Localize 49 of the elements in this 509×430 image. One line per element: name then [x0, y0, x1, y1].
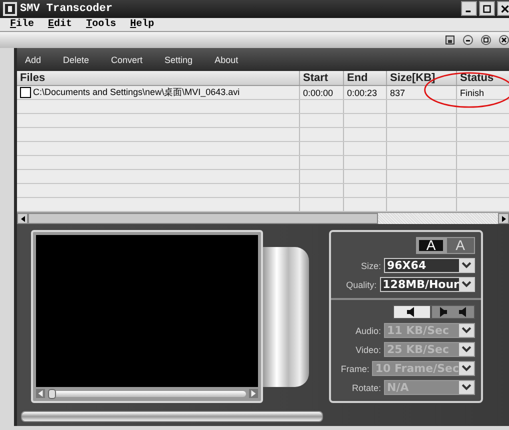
- column-header[interactable]: Start: [300, 71, 344, 86]
- menu-item[interactable]: Help: [130, 18, 154, 30]
- seek-thumb[interactable]: [48, 388, 56, 399]
- setting-label: Rotate:: [350, 382, 381, 393]
- toolbar-button[interactable]: About: [214, 54, 238, 65]
- setting-label: Size:: [360, 260, 381, 271]
- minimize-button[interactable]: [461, 1, 477, 16]
- table-cell: 837: [390, 88, 406, 98]
- column-header[interactable]: End: [344, 71, 387, 86]
- table-cell: 0:00:23: [347, 88, 378, 98]
- maximize-button[interactable]: [479, 1, 495, 16]
- maximize-icon[interactable]: [481, 35, 491, 46]
- menu-item[interactable]: Tools: [86, 18, 116, 30]
- close-button[interactable]: [497, 1, 509, 16]
- close-icon: [501, 4, 509, 13]
- maximize-icon: [483, 4, 491, 13]
- right-arrow-icon[interactable]: [500, 216, 506, 222]
- stereo-speakers-icon: [438, 307, 468, 318]
- menu-item[interactable]: File: [10, 18, 34, 30]
- display-mode-button[interactable]: A: [416, 237, 446, 254]
- toolbar-button[interactable]: Setting: [164, 54, 193, 65]
- setting-label: Quality:: [345, 280, 377, 290]
- rewind-icon[interactable]: [36, 389, 45, 398]
- toolbar-button[interactable]: Convert: [111, 54, 143, 65]
- table-cell: C:\Documents and Settings\new\桌面\MVI_0643.avi: [33, 86, 240, 100]
- menu-item[interactable]: Edit: [48, 18, 72, 30]
- dropdown[interactable]: 96X64: [384, 258, 475, 274]
- column-header[interactable]: Size[KB]: [387, 71, 457, 86]
- close-icon[interactable]: [499, 35, 509, 46]
- display-mode-button[interactable]: A: [446, 237, 475, 254]
- play-icon[interactable]: [249, 389, 258, 398]
- table-cell: Finish: [460, 88, 484, 98]
- setting-label: Video:: [354, 344, 381, 355]
- column-header[interactable]: Status: [457, 71, 509, 86]
- seek-slider[interactable]: [48, 390, 246, 397]
- window-title: SMV Transcoder: [20, 2, 114, 15]
- setting-label: Frame:: [340, 364, 370, 374]
- table-cell: 0:00:00: [303, 88, 334, 98]
- horizontal-scrollbar[interactable]: [17, 212, 509, 224]
- audio-mode-button[interactable]: [393, 305, 431, 320]
- dropdown[interactable]: 128MB/Hour: [380, 277, 475, 292]
- setting-label: Audio:: [354, 326, 381, 336]
- column-header[interactable]: Files: [17, 71, 300, 86]
- toolbar-button[interactable]: Add: [25, 54, 42, 65]
- minimize-icon[interactable]: [463, 35, 473, 46]
- save-icon[interactable]: [445, 35, 455, 46]
- checkbox[interactable]: [20, 87, 31, 98]
- left-arrow-icon[interactable]: [20, 216, 26, 222]
- toolbar-button[interactable]: Delete: [63, 54, 90, 65]
